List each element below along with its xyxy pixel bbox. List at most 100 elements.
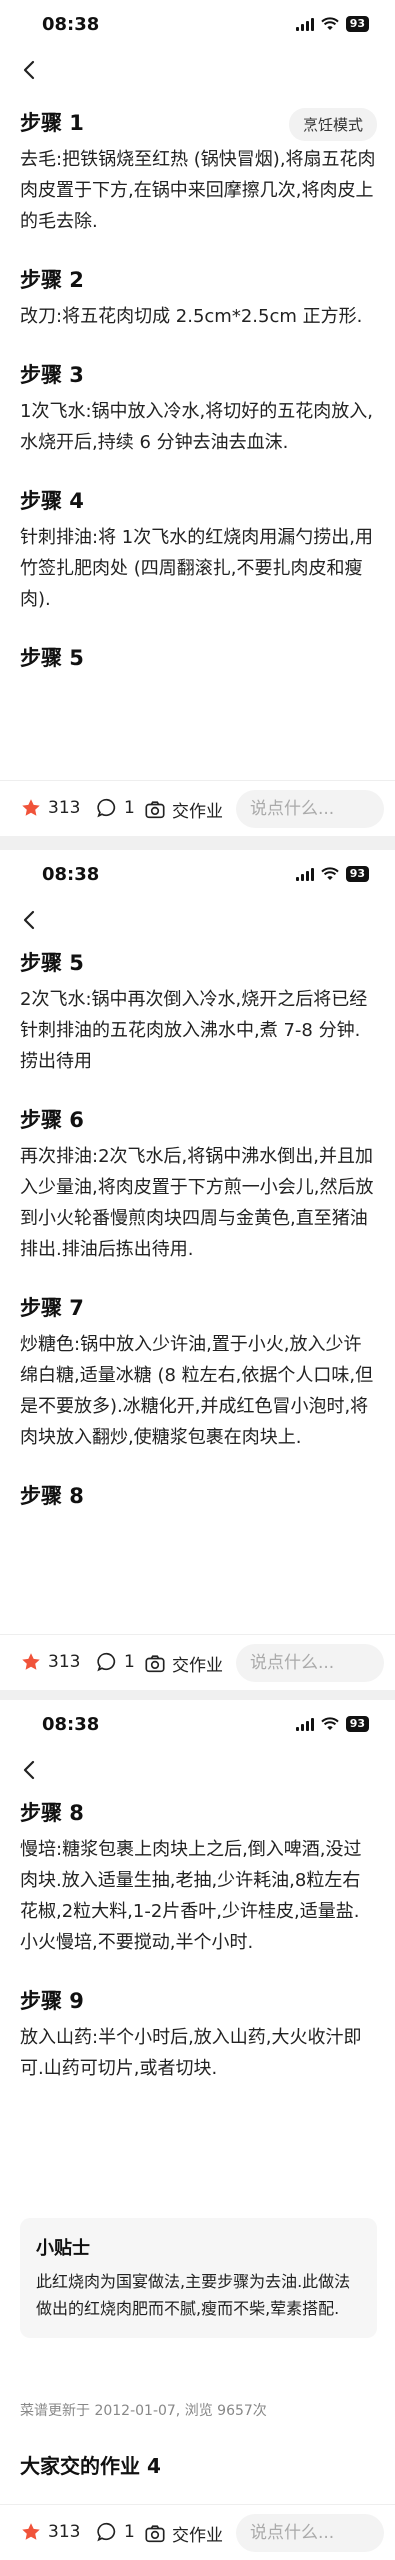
comment-button[interactable]: 1	[96, 1651, 135, 1673]
step-title: 步骤 1	[20, 111, 84, 135]
homework-label: 交作业	[172, 1656, 223, 1676]
step-text: 去毛:把铁锅烧至红热 (锅快冒烟),将扇五花肉肉皮置于下方,在锅中来回摩擦几次,…	[20, 149, 376, 232]
step-text: 慢培:糖浆包裹上肉块上之后,倒入啤酒,没过肉块.放入适量生抽,老抽,少许耗油,8…	[20, 1839, 362, 1953]
status-time: 08:38	[42, 864, 100, 885]
screen-1: 08:38 93 烹饪模式 步骤 1 去毛:把铁锅烧至红热 (锅快冒烟),将扇五…	[0, 0, 395, 836]
battery-icon: 93	[345, 866, 369, 882]
nav-bar	[0, 1752, 395, 1792]
bottom-bar: 313 1 交作业 说点什么...	[0, 2504, 395, 2560]
comment-count: 1	[124, 798, 135, 818]
step-item: 步骤 5 2次飞水:锅中再次倒入冷水,烧开之后将已经针刺排油的五花肉放入沸水中,…	[20, 946, 377, 1077]
step-title: 步骤 3	[20, 363, 84, 387]
like-button[interactable]: 313	[20, 797, 80, 819]
status-bar: 08:38 93	[0, 1700, 395, 1752]
tips-text: 此红烧肉为国宴做法,主要步骤为去油.此做法做出的红烧肉肥而不腻,瘦而不柴,荤素搭…	[36, 2272, 351, 2318]
step-item: 步骤 5	[20, 641, 377, 675]
star-icon	[22, 799, 40, 816]
step-title: 步骤 8	[20, 1484, 84, 1508]
like-count: 313	[48, 798, 81, 818]
step-title: 步骤 5	[20, 951, 84, 975]
steps-list: 步骤 1 去毛:把铁锅烧至红热 (锅快冒烟),将扇五花肉肉皮置于下方,在锅中来回…	[20, 106, 377, 701]
step-title: 步骤 7	[20, 1296, 84, 1320]
steps-list: 步骤 5 2次飞水:锅中再次倒入冷水,烧开之后将已经针刺排油的五花肉放入沸水中,…	[20, 946, 377, 1539]
step-title: 步骤 5	[20, 646, 84, 670]
back-arrow-icon[interactable]	[18, 58, 42, 82]
like-button[interactable]: 313	[20, 2521, 80, 2543]
battery-icon: 93	[345, 1716, 369, 1732]
status-bar: 08:38 93	[0, 0, 395, 52]
fade-overlay	[0, 750, 395, 780]
comment-bubble-icon	[97, 2522, 116, 2542]
status-time: 08:38	[42, 14, 100, 35]
status-time: 08:38	[42, 1714, 100, 1735]
step-title: 步骤 4	[20, 489, 84, 513]
step-item: 步骤 4 针刺排油:将 1次飞水的红烧肉用漏勺捞出,用竹签扎肥肉处 (四周翻滚扎…	[20, 484, 377, 615]
screen-2: 08:38 93 步骤 5 2次飞水:锅中再次倒入冷水,烧开之后将已经针刺排油的…	[0, 850, 395, 1690]
homework-button[interactable]: 交作业	[144, 1651, 223, 1676]
step-item: 步骤 8	[20, 1479, 377, 1513]
comment-button[interactable]: 1	[96, 2521, 135, 2543]
step-item: 步骤 6 再次排油:2次飞水后,将锅中沸水倒出,并且加入少量油,将肉皮置于下方煎…	[20, 1103, 377, 1265]
step-text: 放入山药:半个小时后,放入山药,大火收汁即可.山药可切片,或者切块.	[20, 2027, 362, 2079]
battery-icon: 93	[345, 16, 369, 32]
status-bar: 08:38 93	[0, 850, 395, 902]
step-text: 针刺排油:将 1次飞水的红烧肉用漏勺捞出,用竹签扎肥肉处 (四周翻滚扎,不要扎肉…	[20, 527, 373, 610]
bottom-bar: 313 1 交作业 说点什么...	[0, 1634, 395, 1690]
signal-icon	[295, 1717, 314, 1731]
comment-input[interactable]: 说点什么...	[236, 1644, 384, 1682]
step-item: 步骤 7 炒糖色:锅中放入少许油,置于小火,放入少许绵白糖,适量冰糖 (8 粒左…	[20, 1291, 377, 1453]
camera-icon	[145, 800, 165, 818]
comment-count: 1	[124, 1652, 135, 1672]
step-item: 步骤 1 去毛:把铁锅烧至红热 (锅快冒烟),将扇五花肉肉皮置于下方,在锅中来回…	[20, 106, 377, 237]
like-count: 313	[48, 1652, 81, 1672]
step-text: 再次排油:2次飞水后,将锅中沸水倒出,并且加入少量油,将肉皮置于下方煎一小会儿,…	[20, 1146, 374, 1260]
fade-overlay	[0, 1604, 395, 1634]
tips-title: 小贴士	[36, 2238, 90, 2259]
screen-divider	[0, 836, 395, 850]
signal-icon	[295, 867, 314, 881]
step-text: 炒糖色:锅中放入少许油,置于小火,放入少许绵白糖,适量冰糖 (8 粒左右,依据个…	[20, 1334, 374, 1448]
homework-label: 交作业	[172, 802, 223, 822]
like-button[interactable]: 313	[20, 1651, 80, 1673]
screen-3: 08:38 93 步骤 8 慢培:糖浆包裹上肉块上之后,倒入啤酒,没过肉块.放入…	[0, 1700, 395, 2560]
screen-divider	[0, 1690, 395, 1700]
signal-icon	[295, 17, 314, 31]
step-item: 步骤 2 改刀:将五花肉切成 2.5cm*2.5cm 正方形.	[20, 263, 377, 332]
update-info: 菜谱更新于 2012-01-07, 浏览 9657次	[20, 2403, 267, 2419]
step-text: 2次飞水:锅中再次倒入冷水,烧开之后将已经针刺排油的五花肉放入沸水中,煮 7-8…	[20, 989, 368, 1072]
step-item: 步骤 3 1次飞水:锅中放入冷水,将切好的五花肉放入,水烧开后,持续 6 分钟去…	[20, 358, 377, 458]
step-text: 改刀:将五花肉切成 2.5cm*2.5cm 正方形.	[20, 306, 363, 327]
back-arrow-icon[interactable]	[18, 1758, 42, 1782]
comment-input[interactable]: 说点什么...	[236, 790, 384, 828]
comment-bubble-icon	[97, 1652, 116, 1672]
like-count: 313	[48, 2522, 81, 2542]
step-title: 步骤 2	[20, 268, 84, 292]
star-icon	[22, 1653, 40, 1670]
camera-icon	[145, 2524, 165, 2542]
back-arrow-icon[interactable]	[18, 908, 42, 932]
step-text: 1次飞水:锅中放入冷水,将切好的五花肉放入,水烧开后,持续 6 分钟去油去血沫.	[20, 401, 373, 453]
wifi-icon	[320, 867, 339, 880]
comment-button[interactable]: 1	[96, 797, 135, 819]
comment-bubble-icon	[97, 798, 116, 818]
homework-label: 交作业	[172, 2526, 223, 2546]
homework-button[interactable]: 交作业	[144, 797, 223, 822]
tips-box: 小贴士 此红烧肉为国宴做法,主要步骤为去油.此做法做出的红烧肉肥而不腻,瘦而不柴…	[20, 2218, 377, 2338]
bottom-bar: 313 1 交作业 说点什么...	[0, 780, 395, 836]
camera-icon	[145, 1654, 165, 1672]
star-icon	[22, 2523, 40, 2540]
step-title: 步骤 8	[20, 1801, 84, 1825]
step-item: 步骤 8 慢培:糖浆包裹上肉块上之后,倒入啤酒,没过肉块.放入适量生抽,老抽,少…	[20, 1796, 377, 1958]
step-item: 步骤 9 放入山药:半个小时后,放入山药,大火收汁即可.山药可切片,或者切块.	[20, 1984, 377, 2084]
nav-bar	[0, 52, 395, 92]
comment-count: 1	[124, 2522, 135, 2542]
wifi-icon	[320, 1717, 339, 1730]
steps-list: 步骤 8 慢培:糖浆包裹上肉块上之后,倒入啤酒,没过肉块.放入适量生抽,老抽,少…	[20, 1796, 377, 2110]
step-title: 步骤 6	[20, 1108, 84, 1132]
wifi-icon	[320, 17, 339, 30]
homework-section-title: 大家交的作业 4	[20, 2454, 161, 2478]
step-title: 步骤 9	[20, 1989, 84, 2013]
homework-button[interactable]: 交作业	[144, 2521, 223, 2546]
comment-input[interactable]: 说点什么...	[236, 2514, 384, 2552]
nav-bar	[0, 902, 395, 942]
